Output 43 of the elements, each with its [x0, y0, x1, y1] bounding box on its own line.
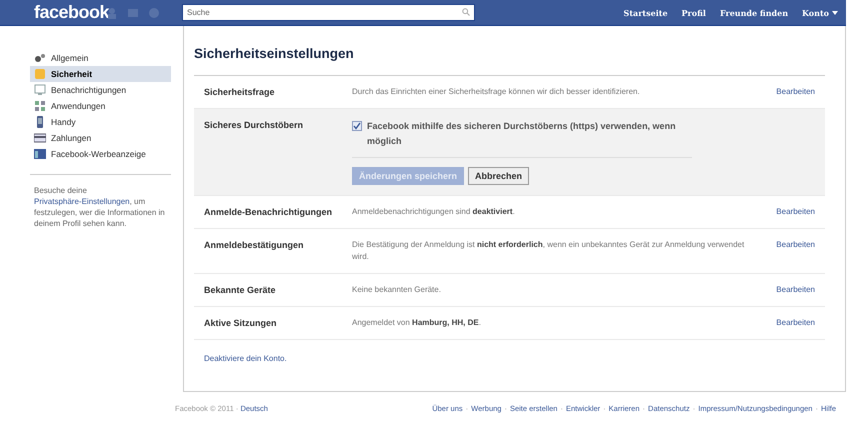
sidebar-item[interactable]: Anwendungen [30, 98, 171, 114]
sidebar-item[interactable]: Benachrichtigungen [30, 82, 171, 98]
setting-label: Bekannte Geräte [204, 284, 277, 296]
badge-icon [34, 68, 46, 80]
search-icon[interactable] [462, 8, 470, 16]
ad-icon [34, 148, 46, 160]
setting-label: Anmeldebestätigungen [204, 239, 305, 252]
deactivate-link[interactable]: Deaktiviere dein Konto. [204, 354, 287, 363]
edit-link[interactable]: Bearbeiten [776, 86, 815, 98]
sidebar-item[interactable]: Facebook-Werbeanzeige [30, 146, 171, 162]
nav-link[interactable]: Freunde finden [720, 8, 788, 18]
setting-description: Angemeldet von Hamburg, HH, DE. [352, 317, 482, 329]
setting-description: Anmeldebenachrichtigungen sind deaktiviert. [352, 206, 516, 218]
checkbox-label: Facebook mithilfe des sicheren Durchstöberns (https) verwenden, wenn möglich [367, 120, 677, 148]
privacy-note: Besuche deine Privatsphäre-Einstellungen, um festzulegen, wer die Informationen in deinem Profil sehen kann. [30, 174, 171, 229]
sidebar-item[interactable]: Allgemein [30, 50, 171, 66]
edit-link[interactable]: Bearbeiten [776, 284, 815, 296]
edit-link[interactable]: Bearbeiten [776, 206, 815, 218]
cancel-button[interactable]: Abbrechen [468, 167, 530, 185]
nav-link[interactable]: Konto [802, 8, 838, 18]
phone-icon [34, 116, 46, 128]
card-icon [34, 132, 46, 144]
setting-label: Aktive Sitzungen [204, 317, 278, 329]
edit-link[interactable]: Bearbeiten [776, 239, 815, 263]
setting-label: Sicherheitsfrage [204, 86, 276, 98]
setting-description: Die Bestätigung der Anmeldung ist nicht erforderlich, wenn ein unbekanntes Gerät zur Anmeldung verwendet wird. [352, 239, 746, 263]
privacy-link[interactable]: Privatsphäre-Einstellungen [34, 197, 130, 206]
nav-link[interactable]: Startseite [624, 8, 668, 18]
nav-link[interactable]: Profil [682, 8, 706, 18]
setting-label: Anmelde-Benachrichtigungen [204, 206, 334, 218]
sidebar-item[interactable]: Handy [30, 114, 171, 130]
page-title: Sicherheitseinstellungen [194, 46, 355, 61]
setting-description: Keine bekannten Geräte. [352, 284, 442, 296]
setting-description: Durch das Einrichten einer Sicherheitsfrage können wir dich besser identifizieren. [352, 86, 641, 98]
sidebar-item[interactable]: Sicherheit [30, 66, 171, 82]
sidebar-item[interactable]: Zahlungen [30, 130, 171, 146]
edit-link[interactable]: Bearbeiten [776, 317, 815, 329]
search-field[interactable]: Suche [182, 4, 475, 21]
monitor-icon [34, 84, 46, 96]
puzzle-icon [34, 100, 46, 112]
checkbox[interactable] [352, 121, 362, 131]
gears-icon [34, 53, 46, 63]
setting-label: Sicheres Durchstöbern [204, 119, 304, 132]
